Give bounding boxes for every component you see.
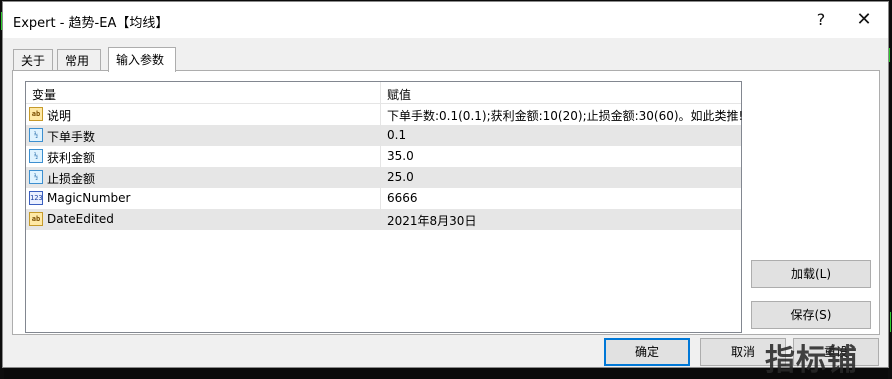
param-value[interactable]: 下单手数:0.1(0.1);获利金额:10(20);止损金额:30(60)。如此…	[387, 107, 743, 124]
double-param-icon: ½	[29, 128, 43, 142]
param-name: 止损金额	[47, 172, 96, 186]
chart-tick	[890, 312, 891, 332]
table-header: 变量 赋值	[26, 82, 741, 104]
column-divider	[380, 209, 381, 230]
column-divider	[380, 104, 381, 125]
ok-button[interactable]: 确定	[604, 338, 690, 366]
column-header-variable[interactable]: 变量	[32, 86, 56, 103]
param-value[interactable]: 2021年8月30日	[387, 212, 476, 229]
param-value[interactable]: 0.1	[387, 128, 406, 142]
column-divider	[380, 125, 381, 146]
tab-inputs[interactable]: 输入参数	[108, 47, 176, 72]
column-divider	[380, 188, 381, 209]
param-value[interactable]: 35.0	[387, 149, 414, 163]
table-row[interactable]: ½ 获利金额 35.0	[26, 146, 741, 167]
expert-properties-dialog: Expert - 趋势-EA【均线】 ? ✕ 关于 常用 输入参数 变量 赋值 …	[2, 1, 889, 378]
close-button[interactable]: ✕	[849, 8, 879, 32]
save-button[interactable]: 保存(S)	[751, 301, 871, 329]
param-name: DateEdited	[47, 212, 114, 226]
table-row[interactable]: ab 说明 下单手数:0.1(0.1);获利金额:10(20);止损金额:30(…	[26, 104, 743, 125]
tab-common[interactable]: 常用	[57, 49, 101, 71]
window-title: Expert - 趋势-EA【均线】	[13, 16, 169, 31]
text-param-icon: ab	[29, 212, 43, 226]
watermark-logo: 指标铺	[765, 343, 858, 378]
param-name: 下单手数	[47, 130, 96, 144]
param-value[interactable]: 25.0	[387, 170, 414, 184]
param-name: 获利金额	[47, 151, 96, 165]
table-row[interactable]: ab DateEdited 2021年8月30日	[26, 209, 741, 230]
param-name: MagicNumber	[47, 191, 131, 205]
param-value[interactable]: 6666	[387, 191, 418, 205]
table-row[interactable]: 123 MagicNumber 6666	[26, 188, 741, 209]
title-bar[interactable]: Expert - 趋势-EA【均线】 ? ✕	[3, 2, 888, 38]
inputs-panel: 变量 赋值 ab 说明 下单手数:0.1(0.1);获利金额:10(20);止损…	[12, 70, 880, 335]
column-header-value[interactable]: 赋值	[387, 86, 411, 103]
table-row[interactable]: ½ 下单手数 0.1	[26, 125, 741, 146]
help-button[interactable]: ?	[806, 8, 836, 32]
tab-about[interactable]: 关于	[13, 49, 53, 71]
double-param-icon: ½	[29, 170, 43, 184]
column-divider	[380, 146, 381, 167]
text-param-icon: ab	[29, 107, 43, 121]
chart-tick	[889, 48, 890, 62]
table-row[interactable]: ½ 止损金额 25.0	[26, 167, 741, 188]
params-table: 变量 赋值 ab 说明 下单手数:0.1(0.1);获利金额:10(20);止损…	[25, 81, 743, 333]
integer-param-icon: 123	[29, 191, 43, 205]
load-button[interactable]: 加载(L)	[751, 260, 871, 288]
param-name: 说明	[47, 109, 72, 123]
double-param-icon: ½	[29, 149, 43, 163]
column-divider	[380, 167, 381, 188]
column-divider[interactable]	[380, 82, 381, 104]
